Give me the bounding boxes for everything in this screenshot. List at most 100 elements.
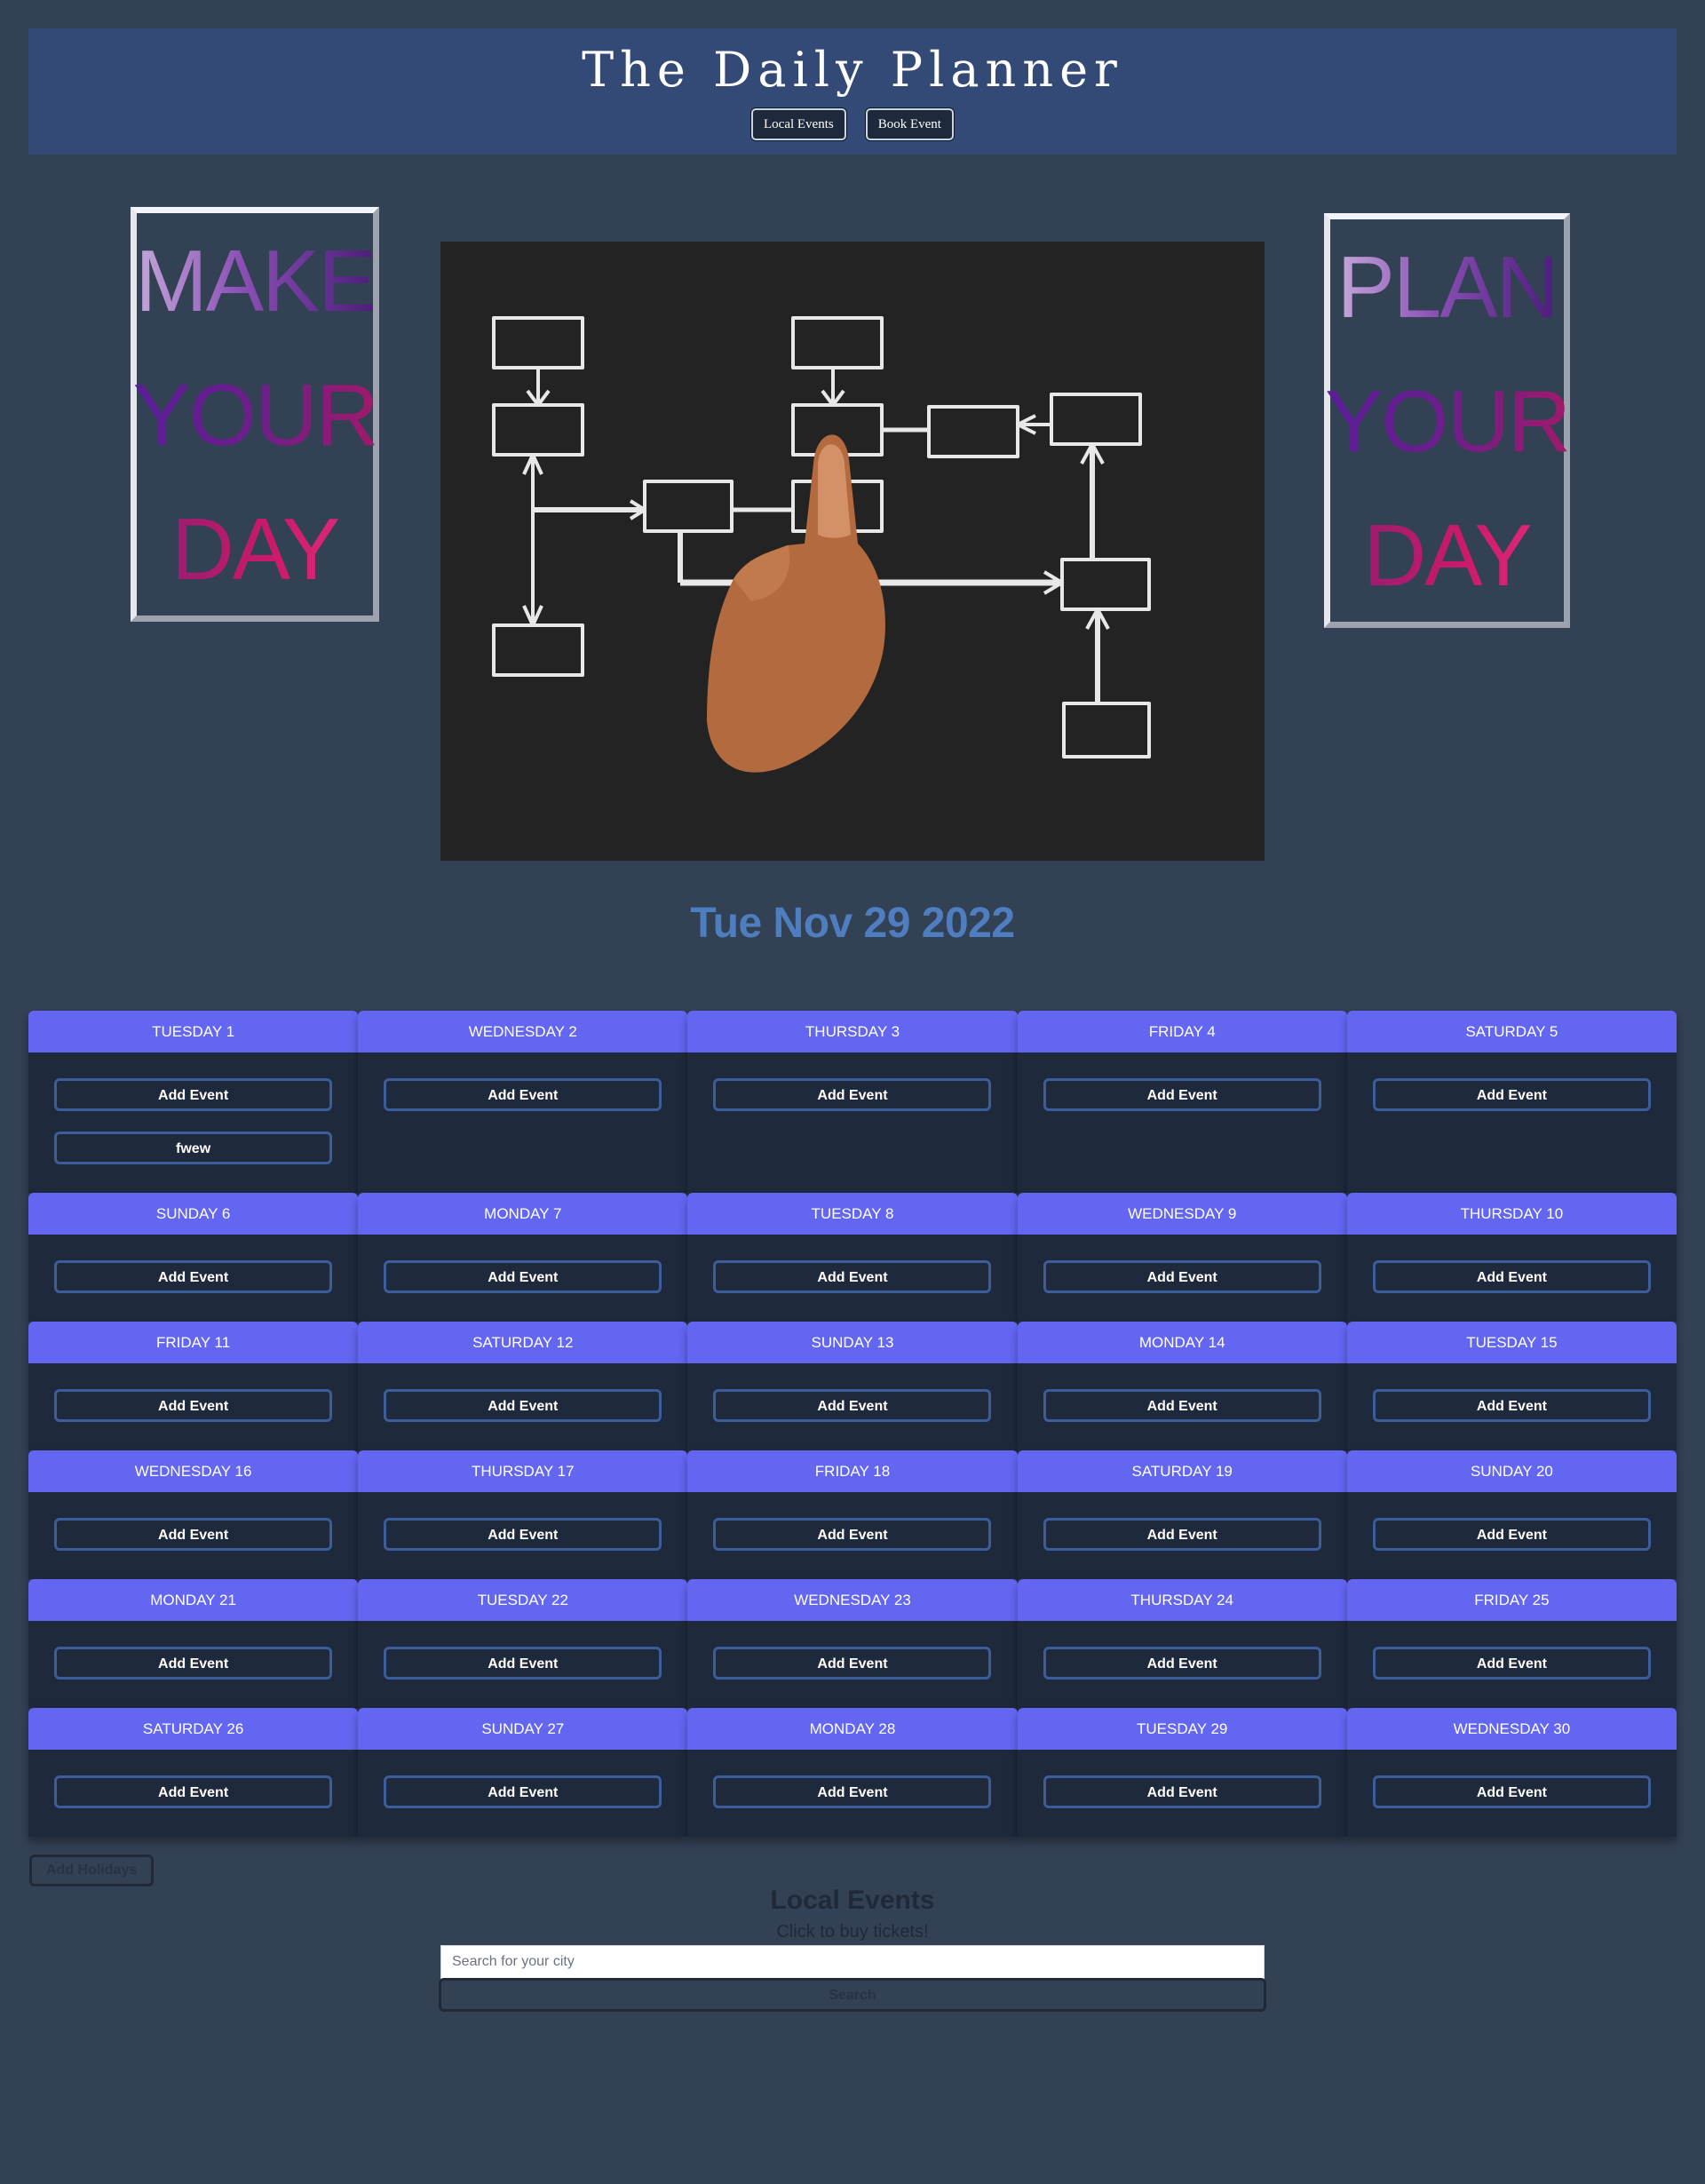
day-body: Add Event bbox=[358, 1492, 687, 1551]
add-event-button[interactable]: Add Event bbox=[1043, 1078, 1321, 1111]
day-header: Wednesday 23 bbox=[687, 1579, 1018, 1621]
flowchart-hand-image bbox=[440, 242, 1265, 861]
day-body: Add Event bbox=[1018, 1235, 1347, 1293]
add-event-button[interactable]: Add Event bbox=[1043, 1518, 1321, 1551]
add-event-button[interactable]: Add Event bbox=[1043, 1260, 1321, 1293]
local-events-title: Local Events bbox=[770, 1886, 935, 1915]
day-body: Add Event bbox=[687, 1492, 1017, 1551]
add-event-button[interactable]: Add Event bbox=[713, 1518, 992, 1551]
site-header: The Daily Planner Local Events Book Even… bbox=[28, 28, 1677, 155]
day-cell: Monday 7 Add Event bbox=[358, 1193, 688, 1322]
day-body: Add Event bbox=[1018, 1052, 1347, 1111]
add-event-button[interactable]: Add Event bbox=[384, 1078, 662, 1111]
day-header: Friday 25 bbox=[1346, 1579, 1677, 1621]
day-header: Sunday 13 bbox=[687, 1322, 1018, 1363]
add-event-button[interactable]: Add Event bbox=[713, 1775, 992, 1808]
add-event-button[interactable]: Add Event bbox=[384, 1260, 662, 1293]
add-event-button[interactable]: Add Event bbox=[54, 1260, 333, 1293]
event-button[interactable]: fwew bbox=[54, 1132, 333, 1164]
day-header: Thursday 3 bbox=[687, 1011, 1018, 1052]
day-header: Tuesday 1 bbox=[28, 1011, 359, 1052]
current-date: Tue Nov 29 2022 bbox=[690, 900, 1015, 947]
day-body: Add Event bbox=[687, 1621, 1017, 1680]
day-body: Add Event bbox=[1347, 1750, 1677, 1808]
add-event-button[interactable]: Add Event bbox=[1043, 1389, 1321, 1422]
day-body: Add Event bbox=[28, 1235, 358, 1293]
day-body: Add Event bbox=[28, 1750, 358, 1808]
book-event-nav-button[interactable]: Book Event bbox=[865, 108, 954, 140]
day-cell: Friday 18 Add Event bbox=[687, 1450, 1018, 1579]
day-body: Add Event bbox=[687, 1052, 1017, 1111]
add-event-button[interactable]: Add Event bbox=[54, 1647, 333, 1680]
day-cell: Tuesday 8 Add Event bbox=[687, 1193, 1018, 1322]
city-search-input[interactable] bbox=[440, 1945, 1265, 1979]
day-header: Sunday 27 bbox=[358, 1708, 688, 1750]
add-event-button[interactable]: Add Event bbox=[1372, 1647, 1651, 1680]
day-cell: Tuesday 15 Add Event bbox=[1346, 1322, 1677, 1450]
poster-word: DAY bbox=[170, 499, 340, 598]
day-header: Wednesday 9 bbox=[1017, 1193, 1347, 1235]
day-header: Monday 28 bbox=[687, 1708, 1018, 1750]
day-header: Thursday 10 bbox=[1346, 1193, 1677, 1235]
day-cell: Saturday 19 Add Event bbox=[1017, 1450, 1347, 1579]
add-holidays-button[interactable]: Add Holidays bbox=[29, 1854, 155, 1886]
day-body: Add Event bbox=[1347, 1363, 1677, 1422]
add-event-button[interactable]: Add Event bbox=[1043, 1775, 1321, 1808]
day-body: Add Event bbox=[1018, 1621, 1347, 1680]
day-body: Add Event bbox=[1018, 1363, 1347, 1422]
day-body: Add Event bbox=[687, 1750, 1017, 1808]
poster-word: YOUR bbox=[132, 365, 378, 464]
day-body: Add Event bbox=[358, 1363, 687, 1422]
day-header: Saturday 19 bbox=[1017, 1450, 1347, 1492]
day-cell: Monday 21 Add Event bbox=[28, 1579, 359, 1708]
add-event-button[interactable]: Add Event bbox=[1372, 1389, 1651, 1422]
add-event-button[interactable]: Add Event bbox=[713, 1647, 992, 1680]
add-event-button[interactable]: Add Event bbox=[1372, 1260, 1651, 1293]
add-event-button[interactable]: Add Event bbox=[1372, 1518, 1651, 1551]
day-body: Add Event bbox=[28, 1363, 358, 1422]
add-event-button[interactable]: Add Event bbox=[384, 1775, 662, 1808]
day-body: Add Event bbox=[687, 1363, 1017, 1422]
day-cell: Friday 4 Add Event bbox=[1017, 1011, 1347, 1193]
add-event-button[interactable]: Add Event bbox=[54, 1389, 333, 1422]
day-body: Add Event bbox=[1347, 1052, 1677, 1111]
day-cell: Sunday 13 Add Event bbox=[687, 1322, 1018, 1450]
add-event-button[interactable]: Add Event bbox=[713, 1078, 992, 1111]
day-header: Sunday 20 bbox=[1346, 1450, 1677, 1492]
day-body: Add Event bbox=[1347, 1621, 1677, 1680]
day-cell: Sunday 6 Add Event bbox=[28, 1193, 359, 1322]
add-event-button[interactable]: Add Event bbox=[384, 1518, 662, 1551]
day-header: Monday 7 bbox=[358, 1193, 688, 1235]
add-event-button[interactable]: Add Event bbox=[713, 1389, 992, 1422]
add-event-button[interactable]: Add Event bbox=[54, 1775, 333, 1808]
add-event-button[interactable]: Add Event bbox=[713, 1260, 992, 1293]
add-event-button[interactable]: Add Event bbox=[1043, 1647, 1321, 1680]
day-body: Add Event bbox=[358, 1235, 687, 1293]
add-event-button[interactable]: Add Event bbox=[1372, 1775, 1651, 1808]
add-event-button[interactable]: Add Event bbox=[54, 1518, 333, 1551]
search-button[interactable]: Search bbox=[439, 1978, 1266, 2012]
day-cell: Friday 11 Add Event bbox=[28, 1322, 359, 1450]
day-cell: Wednesday 30 Add Event bbox=[1346, 1708, 1677, 1837]
add-event-button[interactable]: Add Event bbox=[1372, 1078, 1651, 1111]
day-header: Tuesday 8 bbox=[687, 1193, 1018, 1235]
day-header: Saturday 5 bbox=[1346, 1011, 1677, 1052]
poster-word: PLAN bbox=[1336, 237, 1558, 336]
day-cell: Saturday 5 Add Event bbox=[1346, 1011, 1677, 1193]
day-cell: Thursday 3 Add Event bbox=[687, 1011, 1018, 1193]
add-event-button[interactable]: Add Event bbox=[54, 1078, 333, 1111]
day-header: Saturday 26 bbox=[28, 1708, 359, 1750]
local-events-nav-button[interactable]: Local Events bbox=[751, 108, 846, 140]
poster-word: DAY bbox=[1363, 505, 1532, 604]
day-cell: Monday 28 Add Event bbox=[687, 1708, 1018, 1837]
day-cell: Monday 14 Add Event bbox=[1017, 1322, 1347, 1450]
poster-word: MAKE bbox=[135, 231, 377, 330]
day-cell: Wednesday 16 Add Event bbox=[28, 1450, 359, 1579]
day-cell: Wednesday 23 Add Event bbox=[687, 1579, 1018, 1708]
day-cell: Friday 25 Add Event bbox=[1346, 1579, 1677, 1708]
day-header: Wednesday 16 bbox=[28, 1450, 359, 1492]
add-event-button[interactable]: Add Event bbox=[384, 1647, 662, 1680]
day-cell: Tuesday 29 Add Event bbox=[1017, 1708, 1347, 1837]
plan-your-day-poster: PLAN YOUR DAY bbox=[1324, 213, 1571, 628]
add-event-button[interactable]: Add Event bbox=[384, 1389, 662, 1422]
